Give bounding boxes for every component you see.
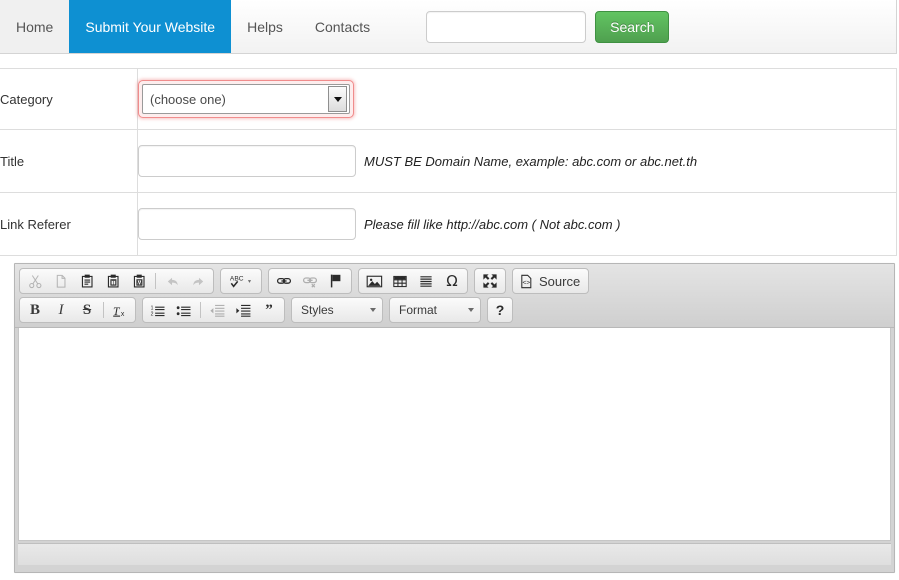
svg-text:x: x xyxy=(120,311,124,318)
nav-search-form: Search xyxy=(426,0,670,53)
svg-text:W: W xyxy=(137,280,142,286)
toolbar-group-paragraph: 12 ” xyxy=(142,297,285,323)
source-button[interactable]: <> Source xyxy=(512,268,590,294)
editor-toolbar-row-1: T W ABC Ω <> Source xyxy=(19,268,890,294)
source-code-icon: <> xyxy=(521,274,532,288)
form-row-category: Category (choose one) xyxy=(0,68,897,130)
toolbar-group-insert: Ω xyxy=(358,268,468,294)
form-row-link-referer: Link Referer Please fill like http://abc… xyxy=(0,192,897,256)
category-select-focus-ring: (choose one) xyxy=(138,80,354,118)
toolbar-group-tools xyxy=(474,268,506,294)
toolbar-group-links xyxy=(268,268,352,294)
numbered-list-icon[interactable]: 12 xyxy=(145,298,171,322)
nav-item-helps[interactable]: Helps xyxy=(231,0,299,53)
anchor-icon[interactable] xyxy=(323,269,349,293)
editor-status-bar xyxy=(18,543,891,565)
strikethrough-icon[interactable]: S xyxy=(74,298,100,322)
styles-dropdown-label: Styles xyxy=(301,303,334,317)
remove-format-icon[interactable]: Tx xyxy=(107,298,133,322)
maximize-icon[interactable] xyxy=(477,269,503,293)
label-link-referer: Link Referer xyxy=(0,192,138,256)
editor-toolbar-row-2: B I S Tx 12 ” Styles Format ? xyxy=(19,297,890,323)
form-row-title: Title MUST BE Domain Name, example: abc.… xyxy=(0,129,897,193)
nav-item-contacts[interactable]: Contacts xyxy=(299,0,386,53)
svg-text:<>: <> xyxy=(522,279,530,286)
rich-text-editor: T W ABC Ω <> Source B I S T x 1 2 ” Styl… xyxy=(14,263,895,573)
svg-text:T: T xyxy=(111,280,115,286)
styles-dropdown[interactable]: Styles xyxy=(291,297,383,323)
source-button-label: Source xyxy=(539,273,581,289)
link-referer-input[interactable] xyxy=(138,208,356,240)
toolbar-separator xyxy=(200,302,201,318)
nav-item-home[interactable]: Home xyxy=(0,0,70,53)
svg-text:2: 2 xyxy=(150,311,153,317)
toolbar-separator xyxy=(155,273,156,289)
field-title: MUST BE Domain Name, example: abc.com or… xyxy=(137,129,897,193)
horizontal-rule-icon[interactable] xyxy=(413,269,439,293)
toolbar-group-spellcheck: ABC xyxy=(220,268,262,294)
title-input[interactable] xyxy=(138,145,356,177)
search-input[interactable] xyxy=(426,10,587,43)
toolbar-group-clipboard: T W xyxy=(19,268,214,294)
toolbar-group-basicstyles: B I S Tx xyxy=(19,297,136,323)
format-dropdown-label: Format xyxy=(399,303,438,317)
spell-check-icon[interactable]: ABC xyxy=(223,269,259,293)
copy-icon[interactable] xyxy=(48,269,74,293)
image-icon[interactable] xyxy=(361,269,387,293)
table-icon[interactable] xyxy=(387,269,413,293)
paste-from-word-icon[interactable]: W xyxy=(126,269,152,293)
format-dropdown[interactable]: Format xyxy=(389,297,481,323)
redo-icon[interactable] xyxy=(185,269,211,293)
field-category: (choose one) xyxy=(137,68,897,130)
submit-form-table: Category (choose one) Title MUST BE Doma… xyxy=(0,68,897,256)
top-navbar: Home Submit Your Website Helps Contacts … xyxy=(0,0,897,54)
outdent-icon[interactable] xyxy=(204,298,230,322)
title-hint: MUST BE Domain Name, example: abc.com or… xyxy=(364,153,698,169)
category-select-value: (choose one) xyxy=(150,91,226,107)
undo-icon[interactable] xyxy=(159,269,185,293)
chevron-down-icon xyxy=(468,308,474,312)
paste-as-text-icon[interactable]: T xyxy=(100,269,126,293)
toolbar-separator xyxy=(103,302,104,318)
special-character-icon[interactable]: Ω xyxy=(439,269,465,293)
unlink-icon[interactable] xyxy=(297,269,323,293)
link-referer-hint: Please fill like http://abc.com ( Not ab… xyxy=(364,216,621,232)
blockquote-icon[interactable]: ” xyxy=(256,298,282,322)
editor-toolbar: T W ABC Ω <> Source B I S T x 1 2 ” Styl… xyxy=(15,264,894,328)
editor-content-area[interactable] xyxy=(18,328,891,541)
indent-icon[interactable] xyxy=(230,298,256,322)
italic-icon[interactable]: I xyxy=(48,298,74,322)
field-link-referer: Please fill like http://abc.com ( Not ab… xyxy=(137,192,897,256)
cut-icon[interactable] xyxy=(22,269,48,293)
label-title: Title xyxy=(0,129,138,193)
chevron-down-icon[interactable] xyxy=(328,86,347,112)
link-icon[interactable] xyxy=(271,269,297,293)
search-button[interactable]: Search xyxy=(595,10,670,43)
nav-item-submit-your-website[interactable]: Submit Your Website xyxy=(69,0,232,53)
bold-icon[interactable]: B xyxy=(22,298,48,322)
bulleted-list-icon[interactable] xyxy=(171,298,197,322)
about-button[interactable]: ? xyxy=(487,297,513,323)
category-select[interactable]: (choose one) xyxy=(142,84,350,114)
label-category: Category xyxy=(0,68,138,130)
paste-icon[interactable] xyxy=(74,269,100,293)
chevron-down-icon xyxy=(370,308,376,312)
